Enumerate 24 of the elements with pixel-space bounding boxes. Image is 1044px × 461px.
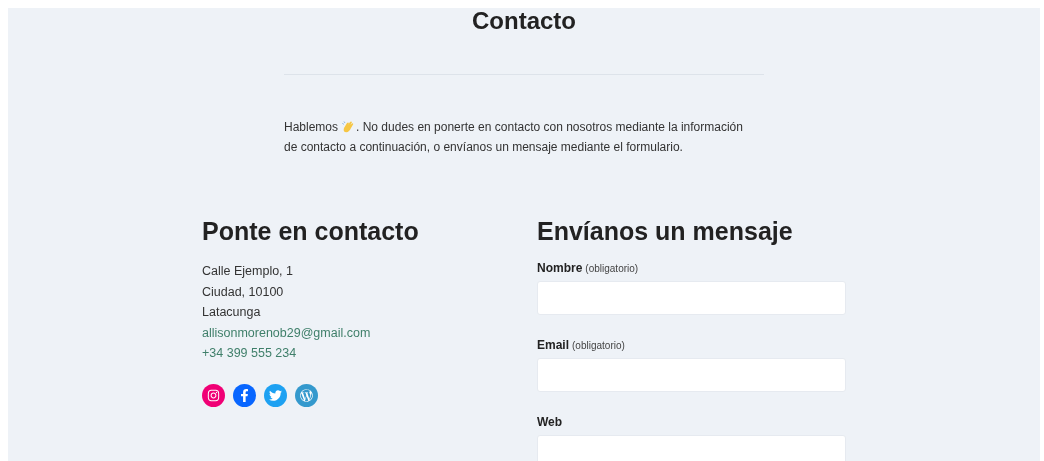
wordpress-icon[interactable] bbox=[295, 383, 318, 407]
email-link[interactable]: allisonmorenob29@gmail.com bbox=[202, 322, 371, 343]
facebook-icon[interactable] bbox=[233, 383, 256, 407]
input-field[interactable] bbox=[537, 358, 846, 392]
twitter-icon[interactable] bbox=[264, 383, 287, 407]
required-note: (obligatorio) bbox=[572, 340, 625, 351]
field-label: Web bbox=[537, 415, 563, 429]
page-title: Contacto bbox=[472, 8, 576, 34]
waving-hand-icon bbox=[341, 120, 356, 134]
field-label: Email bbox=[537, 338, 569, 352]
required-note: (obligatorio) bbox=[585, 263, 639, 274]
input-field[interactable] bbox=[537, 281, 846, 315]
input-field[interactable] bbox=[537, 435, 846, 461]
address-line: Ciudad, 10100 bbox=[202, 283, 284, 301]
field-label: Nombre bbox=[537, 261, 583, 275]
form-heading: Envíanos un mensaje bbox=[537, 216, 794, 247]
phone-link[interactable]: +34 399 555 234 bbox=[202, 343, 297, 364]
intro-text: de contacto a continuación, o envíanos un mensaje mediante el formulario. bbox=[284, 139, 683, 156]
contact-heading: Ponte en contacto bbox=[202, 216, 420, 247]
address-line: Latacunga bbox=[202, 304, 261, 321]
instagram-icon[interactable] bbox=[202, 383, 225, 407]
intro-text: Hablemos bbox=[284, 119, 339, 136]
address-line: Calle Ejemplo, 1 bbox=[202, 263, 293, 280]
intro-text: . No dudes en ponerte en contacto con nosotros mediante la información bbox=[356, 119, 743, 136]
